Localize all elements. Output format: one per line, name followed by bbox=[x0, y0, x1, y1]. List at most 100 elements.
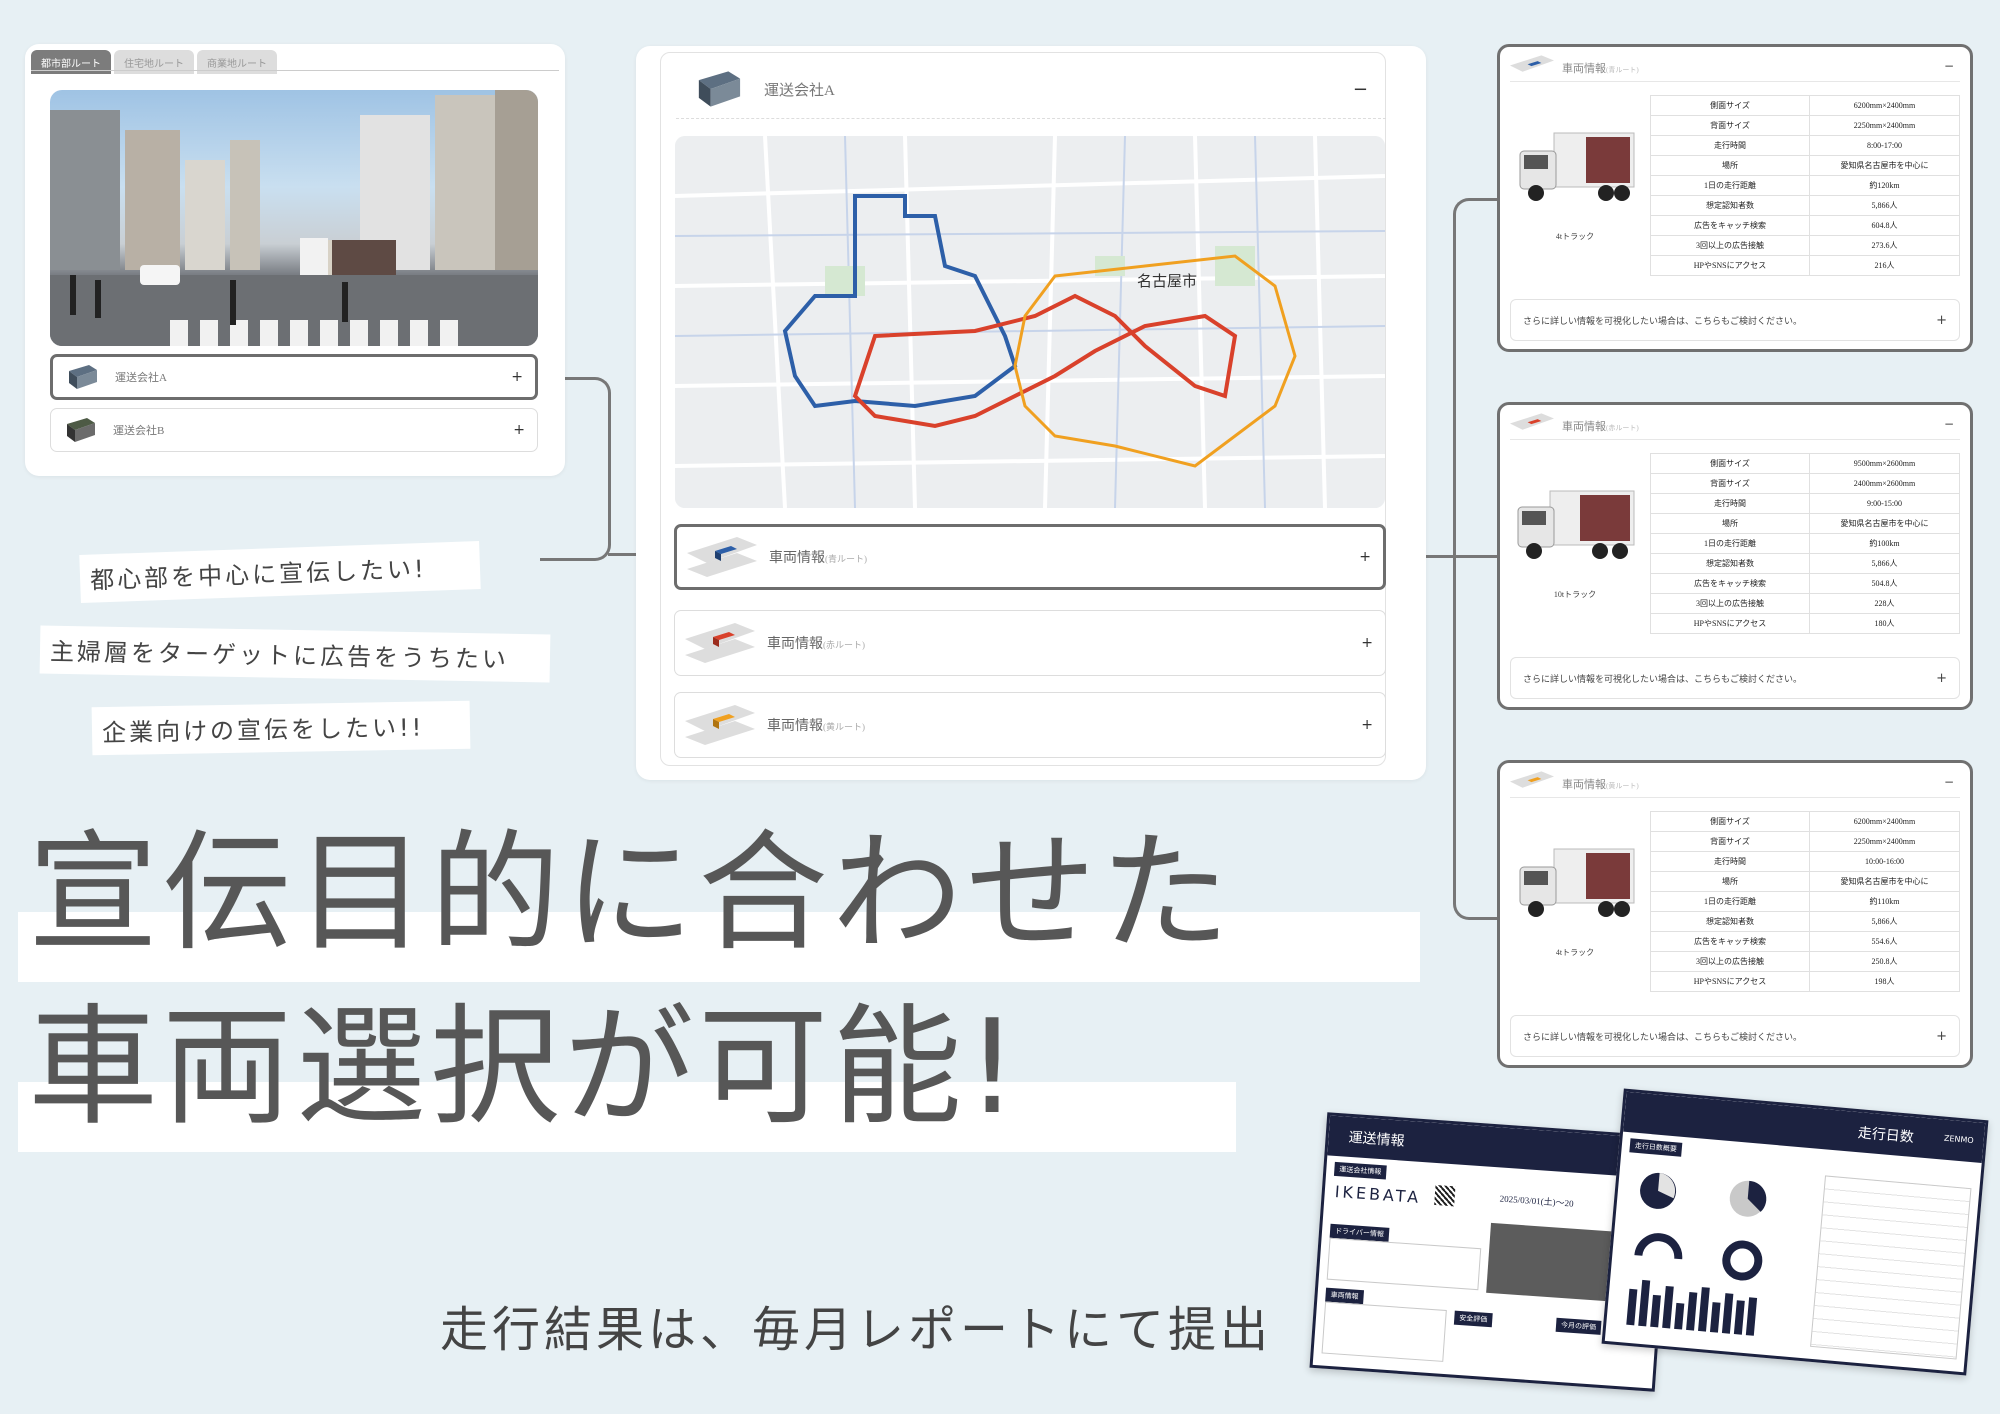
collapse-icon[interactable]: − bbox=[1944, 59, 1954, 73]
expand-icon[interactable]: + bbox=[513, 422, 525, 438]
spec-value: 約110km bbox=[1809, 891, 1960, 912]
spec-label: 走行時間 bbox=[1650, 493, 1810, 514]
note-city: 都心部を中心に宣伝したい! bbox=[79, 541, 481, 603]
headline-line-2: 車両選択が可能! bbox=[28, 991, 1023, 1143]
vehicle-row-yellow[interactable]: 車両情報(黄ルート) + bbox=[674, 692, 1386, 758]
spec-row: 側面サイズ 6200mm×2400mm bbox=[1650, 95, 1960, 116]
spec-row: 1日の走行距離 約120km bbox=[1650, 175, 1960, 196]
spec-label: 1日の走行距離 bbox=[1650, 891, 1810, 912]
vehicle-label: 車両情報(赤ルート) bbox=[767, 633, 865, 653]
spec-value: 250.8人 bbox=[1809, 951, 1960, 972]
vehicle-label: 車両情報(青ルート) bbox=[769, 547, 867, 567]
spec-row: 背面サイズ 2250mm×2400mm bbox=[1650, 831, 1960, 852]
vehicle-card-blue: 車両情報(青ルート) − 4tトラック 側面サイズ 6200mm×2400mm 背… bbox=[1497, 44, 1973, 352]
collapse-icon[interactable]: − bbox=[1944, 775, 1954, 789]
map-city-label: 名古屋市 bbox=[1137, 272, 1197, 290]
spec-value: 2400mm×2600mm bbox=[1809, 473, 1960, 494]
report-date: 2025/03/01(土)〜20 bbox=[1499, 1193, 1574, 1209]
spec-row: HPやSNSにアクセス 198人 bbox=[1650, 971, 1960, 992]
expand-icon[interactable]: + bbox=[1361, 635, 1373, 651]
collapse-icon[interactable]: − bbox=[1353, 79, 1368, 100]
card-header[interactable]: 車両情報(黄ルート) − bbox=[1510, 771, 1960, 798]
city-street-photo bbox=[50, 90, 538, 346]
card-title-text: 車両情報 bbox=[1562, 63, 1606, 75]
card-title: 車両情報(青ルート) bbox=[1562, 60, 1639, 76]
spec-value: 9500mm×2600mm bbox=[1809, 453, 1960, 474]
spec-value: 273.6人 bbox=[1809, 235, 1960, 256]
report-caption: 走行結果は、毎月レポートにて提出 bbox=[440, 1302, 1273, 1358]
card-header[interactable]: 車両情報(赤ルート) − bbox=[1510, 413, 1960, 440]
truck-type: 4tトラック bbox=[1555, 232, 1595, 241]
spec-label: 場所 bbox=[1650, 871, 1810, 892]
spec-label: 3回以上の広告接触 bbox=[1650, 593, 1810, 614]
more-info-row[interactable]: さらに詳しい情報を可視化したい場合は、こちらもご検討ください。 + bbox=[1510, 657, 1960, 699]
route-name: (青ルート) bbox=[1606, 66, 1639, 74]
card-title: 車両情報(黄ルート) bbox=[1562, 776, 1639, 792]
company-header[interactable]: 運送会社A − bbox=[676, 60, 1386, 119]
truck-type: 4tトラック bbox=[1555, 948, 1595, 957]
spec-value: 6200mm×2400mm bbox=[1809, 811, 1960, 832]
spec-value: 5,866人 bbox=[1809, 195, 1960, 216]
company-row-a[interactable]: 運送会社A + bbox=[50, 354, 538, 400]
spec-value: 5,866人 bbox=[1809, 553, 1960, 574]
company-title: 運送会社A bbox=[764, 82, 835, 99]
spec-label: 場所 bbox=[1650, 155, 1810, 176]
spec-label: 3回以上の広告接触 bbox=[1650, 951, 1810, 972]
route-map[interactable]: 名古屋市 bbox=[675, 136, 1385, 508]
spec-row: 3回以上の広告接触 250.8人 bbox=[1650, 951, 1960, 972]
spec-row: 1日の走行距離 約100km bbox=[1650, 533, 1960, 554]
expand-icon[interactable]: + bbox=[511, 369, 523, 385]
spec-label: 想定認知者数 bbox=[1650, 553, 1810, 574]
road-truck-icon bbox=[685, 623, 755, 663]
collapse-icon[interactable]: − bbox=[1944, 417, 1954, 431]
report-day-table bbox=[1810, 1175, 1972, 1360]
spec-value: 504.8人 bbox=[1809, 573, 1960, 594]
tab-divider bbox=[31, 70, 559, 71]
road-truck-icon bbox=[685, 705, 755, 745]
truck-icon bbox=[698, 71, 741, 107]
road-truck-icon bbox=[1510, 771, 1554, 788]
report-tag: 運送会社情報 bbox=[1333, 1161, 1387, 1180]
spec-row: 広告をキャッチ検索 604.8人 bbox=[1650, 215, 1960, 236]
card-header[interactable]: 車両情報(青ルート) − bbox=[1510, 55, 1960, 82]
spec-value: 5,866人 bbox=[1809, 911, 1960, 932]
driver-table bbox=[1326, 1237, 1482, 1291]
spec-label: 1日の走行距離 bbox=[1650, 175, 1810, 196]
expand-icon[interactable]: + bbox=[1361, 717, 1373, 733]
truck-type: 10tトラック bbox=[1553, 590, 1597, 599]
spec-row: 場所 愛知県名古屋市を中心に bbox=[1650, 155, 1960, 176]
truck-icon bbox=[69, 365, 97, 389]
spec-row: 1日の走行距離 約110km bbox=[1650, 891, 1960, 912]
spec-value: 2250mm×2400mm bbox=[1809, 831, 1960, 852]
qr-code-icon bbox=[1434, 1184, 1456, 1207]
expand-icon[interactable]: + bbox=[1936, 313, 1947, 328]
spec-label: 走行時間 bbox=[1650, 851, 1810, 872]
expand-icon[interactable]: + bbox=[1936, 1029, 1947, 1044]
expand-icon[interactable]: + bbox=[1936, 671, 1947, 686]
spec-row: 3回以上の広告接触 273.6人 bbox=[1650, 235, 1960, 256]
route-name: (赤ルート) bbox=[1606, 424, 1639, 432]
spec-label: 側面サイズ bbox=[1650, 811, 1810, 832]
report-brand: IKEBATA bbox=[1334, 1181, 1422, 1207]
spec-label: 側面サイズ bbox=[1650, 453, 1810, 474]
more-info-row[interactable]: さらに詳しい情報を可視化したい場合は、こちらもご検討ください。 + bbox=[1510, 299, 1960, 341]
spec-row: 場所 愛知県名古屋市を中心に bbox=[1650, 513, 1960, 534]
route-name: (青ルート) bbox=[825, 554, 867, 564]
connector-vehicle-trunk bbox=[1453, 198, 1500, 920]
spec-table: 側面サイズ 6200mm×2400mm 背面サイズ 2250mm×2400mm 走行… bbox=[1650, 811, 1960, 992]
spec-value: 180人 bbox=[1809, 613, 1960, 634]
spec-label: 広告をキャッチ検索 bbox=[1650, 931, 1810, 952]
vehicle-row-red[interactable]: 車両情報(赤ルート) + bbox=[674, 610, 1386, 676]
spec-value: 8:00-17:00 bbox=[1809, 135, 1960, 156]
spec-label: 走行時間 bbox=[1650, 135, 1810, 156]
route-name: (赤ルート) bbox=[823, 640, 865, 650]
road-truck-icon bbox=[1510, 55, 1554, 72]
route-name: (黄ルート) bbox=[1606, 782, 1639, 790]
spec-value: 198人 bbox=[1809, 971, 1960, 992]
company-row-b[interactable]: 運送会社B + bbox=[50, 408, 538, 452]
report-tag: 走行日数概要 bbox=[1629, 1138, 1683, 1157]
more-info-row[interactable]: さらに詳しい情報を可視化したい場合は、こちらもご検討ください。 + bbox=[1510, 1015, 1960, 1057]
vehicle-card-red: 車両情報(赤ルート) − 10tトラック 側面サイズ 9500mm×2600mm … bbox=[1497, 402, 1973, 710]
expand-icon[interactable]: + bbox=[1359, 549, 1371, 565]
vehicle-row-blue[interactable]: 車両情報(青ルート) + bbox=[674, 524, 1386, 590]
